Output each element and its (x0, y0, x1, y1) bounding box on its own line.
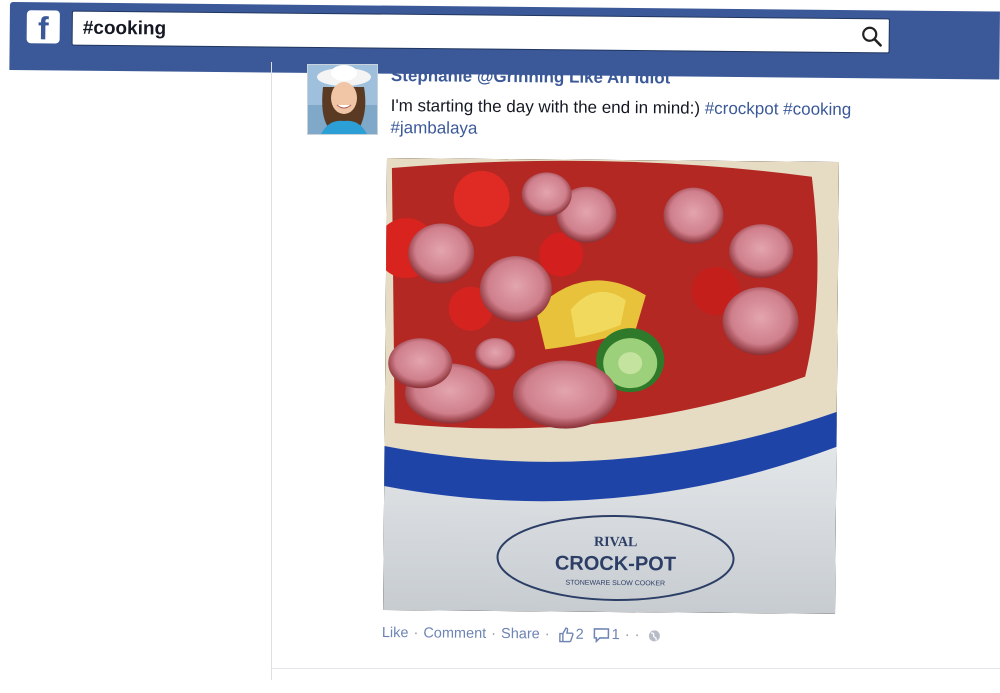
post-text: I'm starting the day with the end in min… (390, 95, 980, 144)
search-box[interactable] (71, 10, 890, 54)
like-count[interactable]: 2 (576, 627, 584, 643)
feed-left-border (271, 62, 272, 680)
share-link[interactable]: Share (501, 626, 540, 642)
hashtag-jambalaya[interactable]: #jambalaya (390, 118, 477, 138)
facebook-logo-letter: f (37, 10, 49, 44)
hashtag-crockpot[interactable]: #crockpot (705, 99, 779, 119)
search-input[interactable] (72, 11, 855, 53)
post-body-text: I'm starting the day with the end in min… (390, 95, 705, 118)
crockpot-label-product: CROCK-POT (555, 552, 676, 575)
globe-icon[interactable] (647, 629, 660, 642)
search-icon[interactable] (855, 19, 889, 53)
hashtag-cooking[interactable]: #cooking (783, 99, 851, 119)
comment-link[interactable]: Comment (423, 625, 486, 642)
like-link[interactable]: Like (382, 625, 409, 641)
facebook-logo-icon[interactable]: f (26, 10, 60, 44)
thumbs-up-icon[interactable] (558, 627, 574, 643)
post-actions: Like · Comment · Share · 2 1 · · (382, 622, 802, 648)
crockpot-label-sub: STONEWARE SLOW COOKER (565, 580, 665, 588)
crockpot-label-brand: RIVAL (594, 535, 637, 550)
separator: · (624, 627, 630, 644)
comment-icon[interactable] (593, 627, 610, 643)
separator: · (491, 625, 497, 642)
post-header: Stephanie @Grinning Like An Idiot I'm st… (390, 66, 981, 144)
avatar[interactable] (307, 64, 378, 135)
comment-count[interactable]: 1 (612, 627, 620, 643)
feed-bottom-border (271, 668, 1000, 669)
crockpot-photo-illustration: RIVAL CROCK-POT STONEWARE SLOW COOKER (383, 158, 839, 614)
separator: · (634, 627, 640, 644)
post-photo[interactable]: RIVAL CROCK-POT STONEWARE SLOW COOKER (383, 158, 839, 614)
post-author-link[interactable]: Stephanie @Grinning Like An Idiot (391, 66, 981, 91)
separator: · (413, 625, 419, 642)
separator: · (544, 626, 550, 643)
